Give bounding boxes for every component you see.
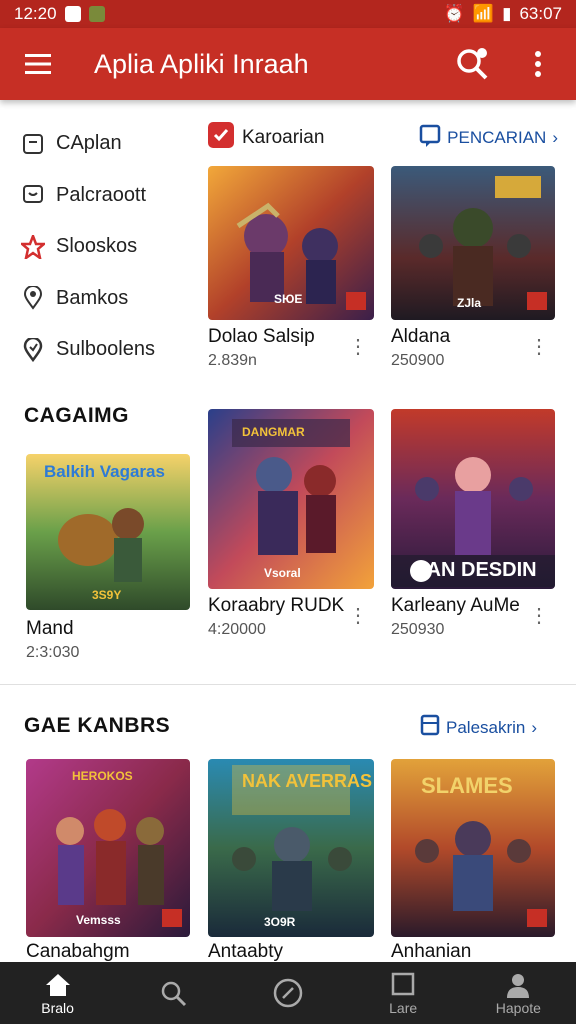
nav-library[interactable]: Lare xyxy=(358,970,448,1016)
game-thumbnail: DANGMAR Vsoral xyxy=(208,409,374,589)
game-title: Karleany AuMe xyxy=(391,595,520,616)
bottom-nav: Bralo Lare Hapote xyxy=(0,962,576,1024)
alarm-icon: ⏰ xyxy=(443,4,465,23)
chat-icon xyxy=(20,182,46,208)
game-thumbnail: SLAMES xyxy=(391,759,555,937)
sidebar-item-label: CAplan xyxy=(56,132,122,155)
app-notification-icon xyxy=(88,6,105,22)
game-thumbnail: GAN DESDIN xyxy=(391,409,555,589)
game-thumbnail: . Balkih Vagaras 3S9Y xyxy=(26,454,190,610)
check-icon xyxy=(208,122,234,154)
sidebar-item-label: Palcraoott xyxy=(56,183,147,206)
square-outline-icon xyxy=(420,714,440,741)
art-badge: ZJla xyxy=(457,296,482,310)
nav-profile-label: Hapote xyxy=(495,1000,541,1016)
game-card[interactable]: DANGMAR Vsoral Koraabry RUDK 4:20000 ⋮ xyxy=(208,409,374,639)
search-link[interactable]: PENCARIAN › xyxy=(419,124,558,153)
status-clock: 63:07 xyxy=(519,4,562,23)
art-badge: SЮE xyxy=(274,292,303,306)
sidebar-item-bamkos[interactable]: Bamkos xyxy=(20,273,190,325)
chevron-right-icon: › xyxy=(531,717,538,737)
pin-outline-icon xyxy=(20,337,46,363)
game-title: Antaabty xyxy=(208,941,283,962)
compass-icon xyxy=(273,978,303,1008)
game-card[interactable]: SLAMES Anhanian xyxy=(391,759,555,963)
game-title: Mand xyxy=(26,618,74,639)
wifi-icon: 📶 xyxy=(472,4,495,23)
search-icon xyxy=(159,978,187,1008)
status-time: 12:20 xyxy=(14,4,57,23)
nav-search[interactable] xyxy=(128,978,218,1008)
see-all-link[interactable]: Palesakrin › xyxy=(420,714,537,741)
game-title: Anhanian xyxy=(391,941,472,962)
game-card[interactable]: GAN DESDIN Karleany AuMe 250930 ⋮ xyxy=(391,409,555,639)
sidebar-item-label: Bamkos xyxy=(56,286,129,309)
nav-home[interactable]: Bralo xyxy=(13,970,103,1016)
profile-icon xyxy=(505,970,531,1000)
game-card[interactable]: NAK AVERRAS 3O9R Antaabty xyxy=(208,759,374,963)
chip-row: Karoarian PENCARIAN › xyxy=(208,122,558,154)
battery-icon: ▮ xyxy=(502,4,512,23)
game-card[interactable]: SЮE Dolao Salsip 2.839n ⋮ xyxy=(208,166,374,370)
nav-home-label: Bralo xyxy=(41,1000,74,1016)
status-bar: 12:20 ⏰ 📶 ▮ 63:07 xyxy=(0,0,576,28)
location-pin-icon xyxy=(20,285,46,311)
more-vert-icon[interactable]: ⋮ xyxy=(348,337,368,357)
game-title: Koraabry RUDK xyxy=(208,595,345,616)
more-vert-icon[interactable]: ⋮ xyxy=(348,606,368,626)
game-card[interactable]: . Balkih Vagaras 3S9Y Mand 2:3:030 xyxy=(26,454,190,662)
home-icon xyxy=(44,970,72,1000)
sidebar-item-sulboolens[interactable]: Sulboolens xyxy=(20,324,190,376)
game-thumbnail: SЮE xyxy=(208,166,374,320)
more-options-icon[interactable] xyxy=(518,44,558,84)
game-thumbnail: NAK AVERRAS 3O9R xyxy=(208,759,374,937)
sidebar-item-palcraoott[interactable]: Palcraoott xyxy=(20,170,190,222)
art-title: NAK AVERRAS xyxy=(242,771,373,791)
bookmark-icon xyxy=(20,131,46,157)
nav-profile[interactable]: Hapote xyxy=(473,970,563,1016)
game-card[interactable]: ZJla Aldana 250900 ⋮ xyxy=(391,166,555,370)
chevron-right-icon: › xyxy=(552,128,558,147)
search-link-label: PENCARIAN xyxy=(447,128,547,147)
art-title: HEROKOS xyxy=(72,769,133,783)
sidebar-item-caplan[interactable]: CAplan xyxy=(20,118,190,170)
search-icon[interactable] xyxy=(452,44,492,84)
game-card[interactable]: HEROKOS Vemsss Canabahgm xyxy=(26,759,190,963)
art-badge: 3S9Y xyxy=(92,588,122,602)
square-icon xyxy=(391,970,415,1000)
section-title-gaming: CAGAIMG xyxy=(24,404,129,427)
more-vert-icon[interactable]: ⋮ xyxy=(529,606,549,626)
app-bar: Aplia Apliki Inraah xyxy=(0,28,576,100)
art-title: Balkih Vagaras xyxy=(44,462,165,481)
art-title: SLAMES xyxy=(421,773,513,798)
art-badge: Vsoral xyxy=(264,566,301,580)
section-divider xyxy=(0,684,576,685)
sidebar-item-slooskos[interactable]: Slooskos xyxy=(20,221,190,273)
sidebar-item-label: Slooskos xyxy=(56,235,138,258)
see-all-label: Palesakrin xyxy=(446,717,526,737)
section-title-games: GAE KANBRS xyxy=(24,714,171,737)
nav-explore[interactable] xyxy=(243,978,333,1008)
more-vert-icon[interactable]: ⋮ xyxy=(529,337,549,357)
star-icon xyxy=(20,234,46,260)
sidebar: CAplan Palcraoott Slooskos Bamkos Sulboo… xyxy=(20,118,190,376)
game-title: Canabahgm xyxy=(26,941,130,962)
menu-icon[interactable] xyxy=(18,44,58,84)
art-badge: Vemsss xyxy=(76,913,121,927)
app-title: Aplia Apliki Inraah xyxy=(94,48,309,79)
categories-chip[interactable]: Karoarian xyxy=(208,122,324,154)
notification-icon xyxy=(64,6,81,22)
sidebar-item-label: Sulboolens xyxy=(56,338,155,361)
art-badge: 3O9R xyxy=(264,915,296,929)
game-thumbnail: HEROKOS Vemsss xyxy=(26,759,190,937)
game-thumbnail: ZJla xyxy=(391,166,555,320)
categories-label: Karoarian xyxy=(242,127,325,148)
game-meta: 2:3:030 xyxy=(26,644,80,661)
chat-bubble-icon xyxy=(419,124,441,153)
art-title: DANGMAR xyxy=(242,425,305,439)
nav-library-label: Lare xyxy=(389,1000,418,1016)
art-title: GAN DESDIN xyxy=(411,559,537,581)
